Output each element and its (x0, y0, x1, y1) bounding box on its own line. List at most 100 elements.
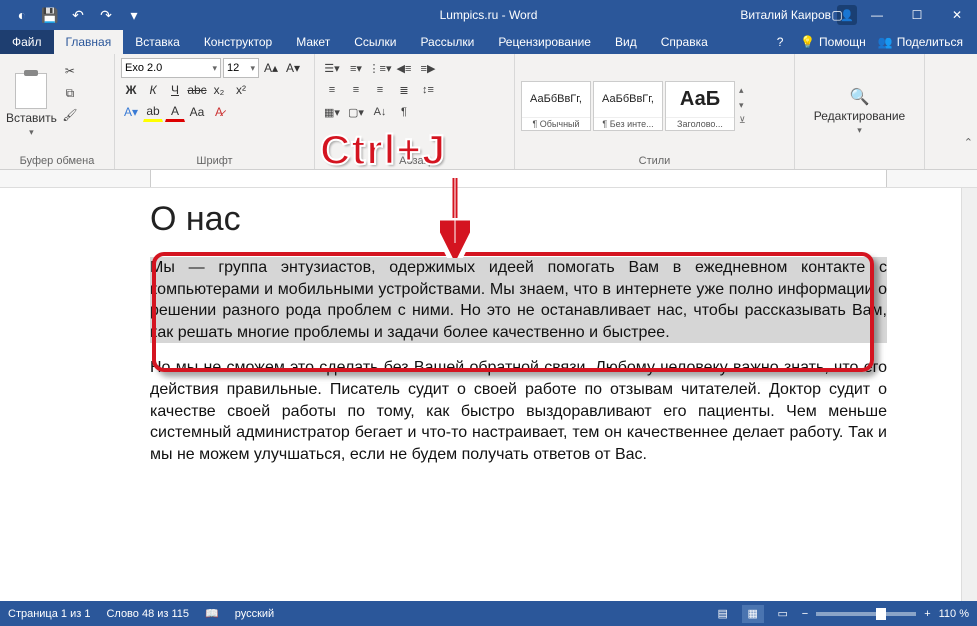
group-clipboard-label: Буфер обмена (6, 153, 108, 167)
find-icon[interactable]: 🔍 (850, 87, 870, 107)
paragraph-2[interactable]: Но мы не сможем это сделать без Вашей об… (150, 357, 887, 465)
change-case-button[interactable]: Aa (187, 102, 207, 122)
tab-references[interactable]: Ссылки (342, 30, 408, 54)
minimize-icon[interactable]: — (857, 0, 897, 30)
multilevel-icon[interactable]: ⋮≡▾ (369, 58, 391, 78)
ribbon-options-icon[interactable]: ▢ (817, 0, 857, 30)
group-font-label: Шрифт (121, 153, 308, 167)
text-effects-icon[interactable]: A▾ (121, 102, 141, 122)
group-styles-label: Стили (521, 153, 788, 167)
bold-button[interactable]: Ж (121, 80, 141, 100)
numbering-icon[interactable]: ≡▾ (345, 58, 367, 78)
tab-home[interactable]: Главная (54, 30, 124, 54)
show-marks-icon[interactable]: ¶ (393, 102, 415, 122)
justify-icon[interactable]: ≣ (393, 80, 415, 100)
page-indicator[interactable]: Страница 1 из 1 (8, 608, 90, 620)
italic-button[interactable]: К (143, 80, 163, 100)
paste-dropdown-icon[interactable]: ▾ (29, 127, 34, 138)
tab-design[interactable]: Конструктор (192, 30, 284, 54)
clear-format-icon[interactable]: A̷ (209, 102, 229, 122)
vertical-scrollbar[interactable] (961, 188, 977, 601)
borders-icon[interactable]: ▢▾ (345, 102, 367, 122)
paste-button[interactable]: Вставить ▾ (6, 58, 57, 153)
zoom-out-icon[interactable]: − (802, 608, 808, 620)
font-color-icon[interactable]: A (165, 102, 185, 122)
shrink-font-icon[interactable]: A▾ (283, 58, 303, 78)
heading-text[interactable]: О нас (150, 200, 887, 239)
subscript-button[interactable]: x₂ (209, 80, 229, 100)
copy-icon[interactable]: ⧉ (61, 84, 79, 102)
collapse-ribbon-icon[interactable]: ⌃ (964, 136, 973, 149)
style-no-spacing[interactable]: АаБбВвГг, ¶ Без инте... (593, 81, 663, 131)
help-icon[interactable]: ? (772, 35, 788, 49)
tell-me-search[interactable]: 💡 Помощн (800, 35, 866, 49)
line-spacing-icon[interactable]: ↕≡ (417, 80, 439, 100)
group-styles: АаБбВвГг, ¶ Обычный АаБбВвГг, ¶ Без инте… (515, 54, 795, 169)
document-title: Lumpics.ru - Word (440, 8, 538, 22)
editing-dropdown-icon[interactable]: ▾ (857, 125, 862, 136)
font-size-select[interactable]: 12▾ (223, 58, 259, 78)
share-button[interactable]: 👥 Поделиться (878, 35, 963, 49)
document-page: О нас Мы — группа энтузиастов, одержимых… (150, 188, 887, 479)
format-painter-icon[interactable]: 🖌 (61, 106, 79, 124)
save-icon[interactable]: 💾 (36, 0, 64, 30)
bulb-icon: 💡 (800, 35, 815, 49)
tab-file[interactable]: Файл (0, 30, 54, 54)
zoom-slider[interactable] (816, 612, 916, 616)
web-layout-icon[interactable]: ▭ (772, 605, 794, 623)
tab-insert[interactable]: Вставка (123, 30, 192, 54)
superscript-button[interactable]: x² (231, 80, 251, 100)
read-mode-icon[interactable]: ▤ (712, 605, 734, 623)
underline-button[interactable]: Ч (165, 80, 185, 100)
group-paragraph-label: Абзац (321, 153, 508, 167)
tab-mailings[interactable]: Рассылки (408, 30, 486, 54)
paste-label: Вставить (6, 111, 57, 125)
paragraph-1-selected[interactable]: Мы — группа энтузиастов, одержимых идеей… (150, 257, 887, 343)
word-count[interactable]: Слово 48 из 115 (106, 608, 189, 620)
align-center-icon[interactable]: ≡ (345, 80, 367, 100)
print-layout-icon[interactable]: ▦ (742, 605, 764, 623)
style-normal[interactable]: АаБбВвГг, ¶ Обычный (521, 81, 591, 131)
close-icon[interactable]: ✕ (937, 0, 977, 30)
strike-button[interactable]: abc (187, 80, 207, 100)
tab-layout[interactable]: Макет (284, 30, 342, 54)
align-right-icon[interactable]: ≡ (369, 80, 391, 100)
quick-access-toolbar: ◐ 💾 ↶ ↷ ▾ (0, 0, 148, 30)
window-controls: ▢ — ☐ ✕ (817, 0, 977, 30)
group-font: Exo 2.0▾ 12▾ A▴ A▾ Ж К Ч abc x₂ x² A▾ ab… (115, 54, 315, 169)
styles-down-icon[interactable]: ▾ (739, 100, 746, 111)
bullets-icon[interactable]: ☰▾ (321, 58, 343, 78)
decrease-indent-icon[interactable]: ◀≡ (393, 58, 415, 78)
horizontal-ruler[interactable] (0, 170, 977, 188)
editing-label[interactable]: Редактирование (814, 109, 905, 123)
shading-icon[interactable]: ▦▾ (321, 102, 343, 122)
document-area[interactable]: О нас Мы — группа энтузиастов, одержимых… (0, 188, 977, 601)
align-left-icon[interactable]: ≡ (321, 80, 343, 100)
language-indicator[interactable]: русский (235, 608, 274, 620)
sort-icon[interactable]: A↓ (369, 102, 391, 122)
increase-indent-icon[interactable]: ≡▶ (417, 58, 439, 78)
group-clipboard: Вставить ▾ ✂ ⧉ 🖌 Буфер обмена (0, 54, 115, 169)
styles-more-icon[interactable]: ⊻ (739, 115, 746, 126)
zoom-in-icon[interactable]: + (924, 608, 930, 620)
group-editing-label (801, 165, 918, 167)
title-bar: ◐ 💾 ↶ ↷ ▾ Lumpics.ru - Word Виталий Каир… (0, 0, 977, 30)
undo-icon[interactable]: ↶ (64, 0, 92, 30)
highlight-color-icon[interactable]: ab (143, 102, 163, 122)
maximize-icon[interactable]: ☐ (897, 0, 937, 30)
grow-font-icon[interactable]: A▴ (261, 58, 281, 78)
styles-up-icon[interactable]: ▴ (739, 85, 746, 96)
group-paragraph: ☰▾ ≡▾ ⋮≡▾ ◀≡ ≡▶ ≡ ≡ ≡ ≣ ↕≡ ▦▾ ▢▾ A↓ ¶ Аб… (315, 54, 515, 169)
tab-help[interactable]: Справка (649, 30, 720, 54)
tab-review[interactable]: Рецензирование (486, 30, 603, 54)
qat-dropdown-icon[interactable]: ▾ (120, 0, 148, 30)
tell-me-label: Помощн (819, 35, 866, 49)
cut-icon[interactable]: ✂ (61, 62, 79, 80)
autosave-toggle[interactable]: ◐ (8, 0, 36, 30)
redo-icon[interactable]: ↷ (92, 0, 120, 30)
style-heading1[interactable]: АаБ Заголово... (665, 81, 735, 131)
tab-view[interactable]: Вид (603, 30, 649, 54)
font-name-select[interactable]: Exo 2.0▾ (121, 58, 221, 78)
zoom-value[interactable]: 110 % (939, 608, 969, 620)
spell-check-icon[interactable]: 📖 (205, 607, 219, 620)
